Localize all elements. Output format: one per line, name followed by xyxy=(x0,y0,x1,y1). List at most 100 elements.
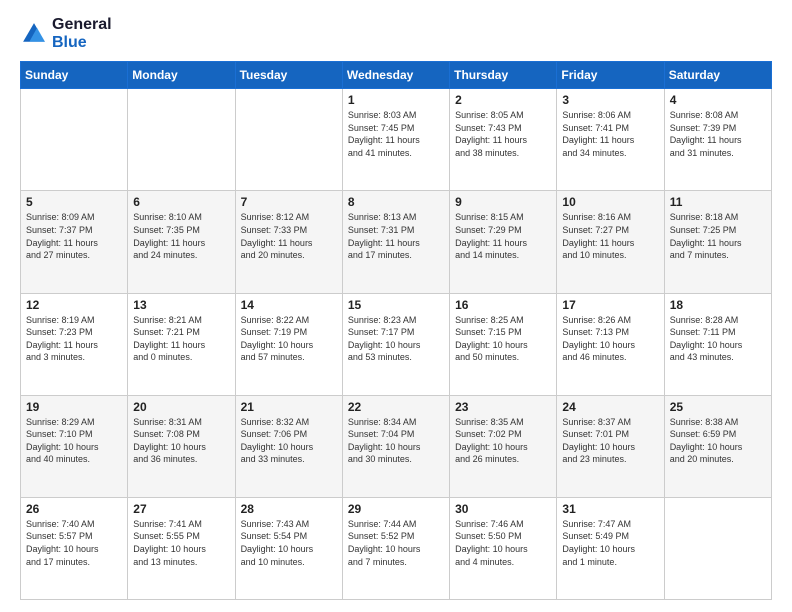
day-number: 23 xyxy=(455,400,551,414)
day-number: 26 xyxy=(26,502,122,516)
day-number: 18 xyxy=(670,298,766,312)
calendar-week-row: 12Sunrise: 8:19 AM Sunset: 7:23 PM Dayli… xyxy=(21,293,772,395)
day-number: 14 xyxy=(241,298,337,312)
calendar-cell: 2Sunrise: 8:05 AM Sunset: 7:43 PM Daylig… xyxy=(450,89,557,191)
day-number: 6 xyxy=(133,195,229,209)
calendar-cell: 12Sunrise: 8:19 AM Sunset: 7:23 PM Dayli… xyxy=(21,293,128,395)
calendar-cell: 16 Sunrise: 8:25 AM Sunset: 7:15 PM Dayli… xyxy=(450,293,557,395)
day-number: 31 xyxy=(562,502,658,516)
day-number: 15 xyxy=(348,298,444,312)
day-number: 20 xyxy=(133,400,229,414)
day-info: Sunrise: 7:41 AM Sunset: 5:55 PM Dayligh… xyxy=(133,518,229,568)
day-info: Sunrise: 7:47 AM Sunset: 5:49 PM Dayligh… xyxy=(562,518,658,568)
logo-icon xyxy=(20,20,48,48)
day-info: Sunrise: 8:06 AM Sunset: 7:41 PM Dayligh… xyxy=(562,109,658,159)
day-info: Sunrise: 8:22 AM Sunset: 7:19 PM Dayligh… xyxy=(241,314,337,364)
day-info: Sunrise: 7:46 AM Sunset: 5:50 PM Dayligh… xyxy=(455,518,551,568)
calendar-cell xyxy=(21,89,128,191)
calendar-cell: 17 Sunrise: 8:26 AM Sunset: 7:13 PM Dayli… xyxy=(557,293,664,395)
calendar-table: SundayMondayTuesdayWednesdayThursdayFrid… xyxy=(20,61,772,600)
day-number: 19 xyxy=(26,400,122,414)
weekday-header: Thursday xyxy=(450,62,557,89)
day-number: 11 xyxy=(670,195,766,209)
calendar-week-row: 19 Sunrise: 8:29 AM Sunset: 7:10 PM Dayli… xyxy=(21,395,772,497)
calendar-cell: 5 Sunrise: 8:09 AM Sunset: 7:37 PM Daylig… xyxy=(21,191,128,293)
day-number: 29 xyxy=(348,502,444,516)
calendar-cell: 31 Sunrise: 7:47 AM Sunset: 5:49 PM Dayli… xyxy=(557,497,664,599)
day-info: Sunrise: 8:05 AM Sunset: 7:43 PM Dayligh… xyxy=(455,109,551,159)
calendar-cell: 4 Sunrise: 8:08 AM Sunset: 7:39 PM Daylig… xyxy=(664,89,771,191)
day-info: Sunrise: 8:10 AM Sunset: 7:35 PM Dayligh… xyxy=(133,211,229,261)
calendar-cell: 1 Sunrise: 8:03 AM Sunset: 7:45 PM Daylig… xyxy=(342,89,449,191)
calendar-cell: 13Sunrise: 8:21 AM Sunset: 7:21 PM Dayli… xyxy=(128,293,235,395)
day-info: Sunrise: 8:08 AM Sunset: 7:39 PM Dayligh… xyxy=(670,109,766,159)
calendar-cell: 30Sunrise: 7:46 AM Sunset: 5:50 PM Dayli… xyxy=(450,497,557,599)
calendar-cell: 20Sunrise: 8:31 AM Sunset: 7:08 PM Dayli… xyxy=(128,395,235,497)
day-info: Sunrise: 8:34 AM Sunset: 7:04 PM Dayligh… xyxy=(348,416,444,466)
calendar-week-row: 5 Sunrise: 8:09 AM Sunset: 7:37 PM Daylig… xyxy=(21,191,772,293)
calendar-cell: 24 Sunrise: 8:37 AM Sunset: 7:01 PM Dayli… xyxy=(557,395,664,497)
weekday-header: Sunday xyxy=(21,62,128,89)
day-info: Sunrise: 8:03 AM Sunset: 7:45 PM Dayligh… xyxy=(348,109,444,159)
calendar-cell: 10 Sunrise: 8:16 AM Sunset: 7:27 PM Dayli… xyxy=(557,191,664,293)
day-number: 7 xyxy=(241,195,337,209)
logo-text: General Blue xyxy=(52,16,112,51)
calendar-cell: 11 Sunrise: 8:18 AM Sunset: 7:25 PM Dayli… xyxy=(664,191,771,293)
day-number: 28 xyxy=(241,502,337,516)
day-info: Sunrise: 8:28 AM Sunset: 7:11 PM Dayligh… xyxy=(670,314,766,364)
day-number: 3 xyxy=(562,93,658,107)
logo: General Blue xyxy=(20,16,112,51)
day-info: Sunrise: 8:38 AM Sunset: 6:59 PM Dayligh… xyxy=(670,416,766,466)
day-number: 13 xyxy=(133,298,229,312)
day-info: Sunrise: 7:40 AM Sunset: 5:57 PM Dayligh… xyxy=(26,518,122,568)
day-number: 4 xyxy=(670,93,766,107)
day-info: Sunrise: 7:43 AM Sunset: 5:54 PM Dayligh… xyxy=(241,518,337,568)
weekday-header: Wednesday xyxy=(342,62,449,89)
weekday-header: Monday xyxy=(128,62,235,89)
day-number: 1 xyxy=(348,93,444,107)
weekday-header: Saturday xyxy=(664,62,771,89)
day-number: 25 xyxy=(670,400,766,414)
calendar-cell: 27Sunrise: 7:41 AM Sunset: 5:55 PM Dayli… xyxy=(128,497,235,599)
day-number: 5 xyxy=(26,195,122,209)
day-number: 16 xyxy=(455,298,551,312)
day-number: 17 xyxy=(562,298,658,312)
calendar-week-row: 1 Sunrise: 8:03 AM Sunset: 7:45 PM Daylig… xyxy=(21,89,772,191)
day-info: Sunrise: 8:32 AM Sunset: 7:06 PM Dayligh… xyxy=(241,416,337,466)
calendar-cell: 22 Sunrise: 8:34 AM Sunset: 7:04 PM Dayli… xyxy=(342,395,449,497)
calendar-cell xyxy=(128,89,235,191)
calendar-cell: 18 Sunrise: 8:28 AM Sunset: 7:11 PM Dayli… xyxy=(664,293,771,395)
calendar-cell: 3 Sunrise: 8:06 AM Sunset: 7:41 PM Daylig… xyxy=(557,89,664,191)
day-info: Sunrise: 8:12 AM Sunset: 7:33 PM Dayligh… xyxy=(241,211,337,261)
calendar-cell: 29 Sunrise: 7:44 AM Sunset: 5:52 PM Dayli… xyxy=(342,497,449,599)
day-number: 12 xyxy=(26,298,122,312)
calendar-cell: 26 Sunrise: 7:40 AM Sunset: 5:57 PM Dayli… xyxy=(21,497,128,599)
calendar-cell: 8Sunrise: 8:13 AM Sunset: 7:31 PM Daylig… xyxy=(342,191,449,293)
day-info: Sunrise: 8:16 AM Sunset: 7:27 PM Dayligh… xyxy=(562,211,658,261)
day-info: Sunrise: 8:25 AM Sunset: 7:15 PM Dayligh… xyxy=(455,314,551,364)
calendar-cell: 23Sunrise: 8:35 AM Sunset: 7:02 PM Dayli… xyxy=(450,395,557,497)
header: General Blue xyxy=(20,16,772,51)
calendar-cell: 15Sunrise: 8:23 AM Sunset: 7:17 PM Dayli… xyxy=(342,293,449,395)
calendar-cell: 9 Sunrise: 8:15 AM Sunset: 7:29 PM Daylig… xyxy=(450,191,557,293)
calendar-cell: 6 Sunrise: 8:10 AM Sunset: 7:35 PM Daylig… xyxy=(128,191,235,293)
day-info: Sunrise: 8:37 AM Sunset: 7:01 PM Dayligh… xyxy=(562,416,658,466)
weekday-header: Friday xyxy=(557,62,664,89)
day-info: Sunrise: 7:44 AM Sunset: 5:52 PM Dayligh… xyxy=(348,518,444,568)
day-number: 22 xyxy=(348,400,444,414)
day-info: Sunrise: 8:13 AM Sunset: 7:31 PM Dayligh… xyxy=(348,211,444,261)
day-number: 21 xyxy=(241,400,337,414)
calendar-cell xyxy=(664,497,771,599)
weekday-header: Tuesday xyxy=(235,62,342,89)
day-info: Sunrise: 8:29 AM Sunset: 7:10 PM Dayligh… xyxy=(26,416,122,466)
day-info: Sunrise: 8:26 AM Sunset: 7:13 PM Dayligh… xyxy=(562,314,658,364)
day-info: Sunrise: 8:18 AM Sunset: 7:25 PM Dayligh… xyxy=(670,211,766,261)
calendar-cell: 25 Sunrise: 8:38 AM Sunset: 6:59 PM Dayli… xyxy=(664,395,771,497)
day-number: 24 xyxy=(562,400,658,414)
day-number: 10 xyxy=(562,195,658,209)
calendar-week-row: 26 Sunrise: 7:40 AM Sunset: 5:57 PM Dayli… xyxy=(21,497,772,599)
day-number: 9 xyxy=(455,195,551,209)
day-info: Sunrise: 8:09 AM Sunset: 7:37 PM Dayligh… xyxy=(26,211,122,261)
calendar-cell: 14 Sunrise: 8:22 AM Sunset: 7:19 PM Dayli… xyxy=(235,293,342,395)
day-info: Sunrise: 8:15 AM Sunset: 7:29 PM Dayligh… xyxy=(455,211,551,261)
